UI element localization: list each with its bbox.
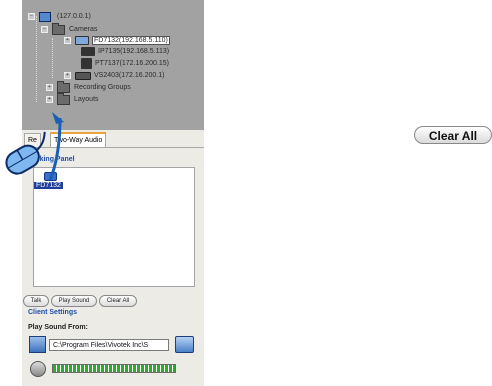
folder-icon — [57, 92, 70, 105]
camera-icon — [75, 36, 89, 45]
tree-camera-item[interactable]: IP7135(192.168.5.113) — [81, 46, 169, 57]
tree-camera-label: VS2403(172.16.200.1) — [94, 72, 165, 79]
play-sound-button[interactable]: Play Sound — [51, 295, 97, 307]
tree-folder-label: Cameras — [69, 26, 98, 33]
microphone-icon — [30, 361, 46, 377]
tree-cameras-folder[interactable]: − Cameras — [41, 22, 98, 35]
tree-folder-label: Recording Groups — [74, 84, 131, 91]
browse-folder-button[interactable] — [175, 336, 194, 353]
tree-layouts[interactable]: + Layouts — [46, 92, 99, 105]
expand-icon[interactable]: + — [46, 84, 53, 91]
talk-button[interactable]: Talk — [23, 295, 49, 307]
tree-recording-groups[interactable]: + Recording Groups — [46, 80, 131, 93]
collapse-icon[interactable]: − — [28, 13, 35, 20]
tree-camera-label: PT7137(172.16.200.15) — [95, 60, 169, 67]
clear-all-button-zoomed[interactable]: Clear All — [414, 126, 492, 144]
tree-camera-item[interactable]: + FD7132(192.168.5.110) — [64, 35, 170, 46]
video-server-icon — [75, 71, 91, 80]
computer-icon — [39, 11, 51, 22]
arrow-head-icon — [52, 112, 64, 124]
tree-root-label: (127.0.0.1) — [57, 13, 91, 20]
audio-level-meter — [52, 364, 176, 373]
tree-camera-label: FD7132(192.168.5.110) — [92, 36, 170, 45]
sound-file-icon — [29, 336, 46, 353]
expand-icon[interactable]: + — [46, 96, 53, 103]
expand-icon[interactable]: + — [64, 37, 71, 44]
camera-icon — [81, 47, 95, 56]
tree-folder-label: Layouts — [74, 96, 99, 103]
play-sound-from-label: Play Sound From: — [28, 324, 88, 331]
tree-camera-item[interactable]: PT7137(172.16.200.15) — [81, 58, 169, 69]
tree-root-node[interactable]: − (127.0.0.1) — [28, 11, 91, 22]
tree-connector-line — [36, 16, 37, 102]
collapse-icon[interactable]: − — [41, 26, 48, 33]
drag-arrow-icon — [48, 117, 62, 181]
drag-mouse-icon — [5, 112, 64, 181]
client-settings-label: Client Settings — [28, 309, 78, 316]
sound-path-input[interactable]: C:\Program Files\Vivotek Inc\S — [49, 339, 169, 351]
clear-all-button[interactable]: Clear All — [99, 295, 137, 307]
tree-camera-item[interactable]: + VS2403(172.16.200.1) — [64, 70, 164, 81]
mouse-icon — [5, 131, 46, 175]
folder-icon — [57, 80, 70, 93]
tree-camera-label: IP7135(192.168.5.113) — [98, 48, 170, 55]
folder-open-icon — [52, 22, 65, 35]
tree-connector-line — [52, 38, 53, 78]
expand-icon[interactable]: + — [64, 72, 71, 79]
speed-dome-camera-icon — [81, 58, 92, 69]
